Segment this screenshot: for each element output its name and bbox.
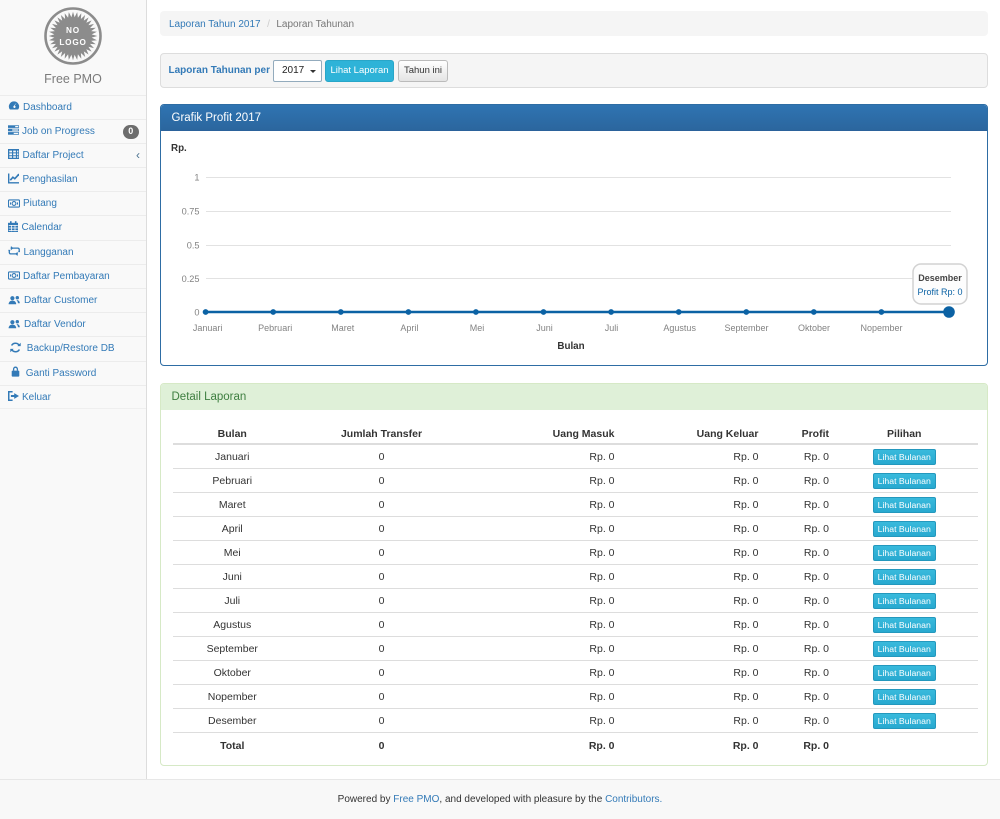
svg-text:Maret: Maret — [331, 323, 355, 333]
svg-text:NO: NO — [66, 26, 80, 35]
svg-text:Oktober: Oktober — [798, 323, 830, 333]
svg-text:Profit Rp: 0: Profit Rp: 0 — [917, 287, 962, 297]
svg-text:Nopember: Nopember — [860, 323, 902, 333]
svg-text:0.25: 0.25 — [182, 274, 200, 284]
svg-text:0.75: 0.75 — [182, 206, 200, 216]
svg-text:Juli: Juli — [605, 323, 619, 333]
svg-text:0.5: 0.5 — [187, 240, 200, 250]
svg-text:LOGO: LOGO — [59, 38, 86, 47]
svg-text:April: April — [400, 323, 418, 333]
svg-text:Juni: Juni — [536, 323, 553, 333]
svg-text:September: September — [724, 323, 768, 333]
svg-text:1: 1 — [194, 172, 199, 182]
svg-text:0: 0 — [194, 307, 199, 317]
svg-text:Mei: Mei — [470, 323, 485, 333]
svg-text:Agustus: Agustus — [663, 323, 696, 333]
svg-text:Bulan: Bulan — [557, 341, 584, 352]
svg-text:Pebruari: Pebruari — [258, 323, 292, 333]
svg-text:Januari: Januari — [193, 323, 223, 333]
svg-text:Desember: Desember — [918, 273, 962, 283]
